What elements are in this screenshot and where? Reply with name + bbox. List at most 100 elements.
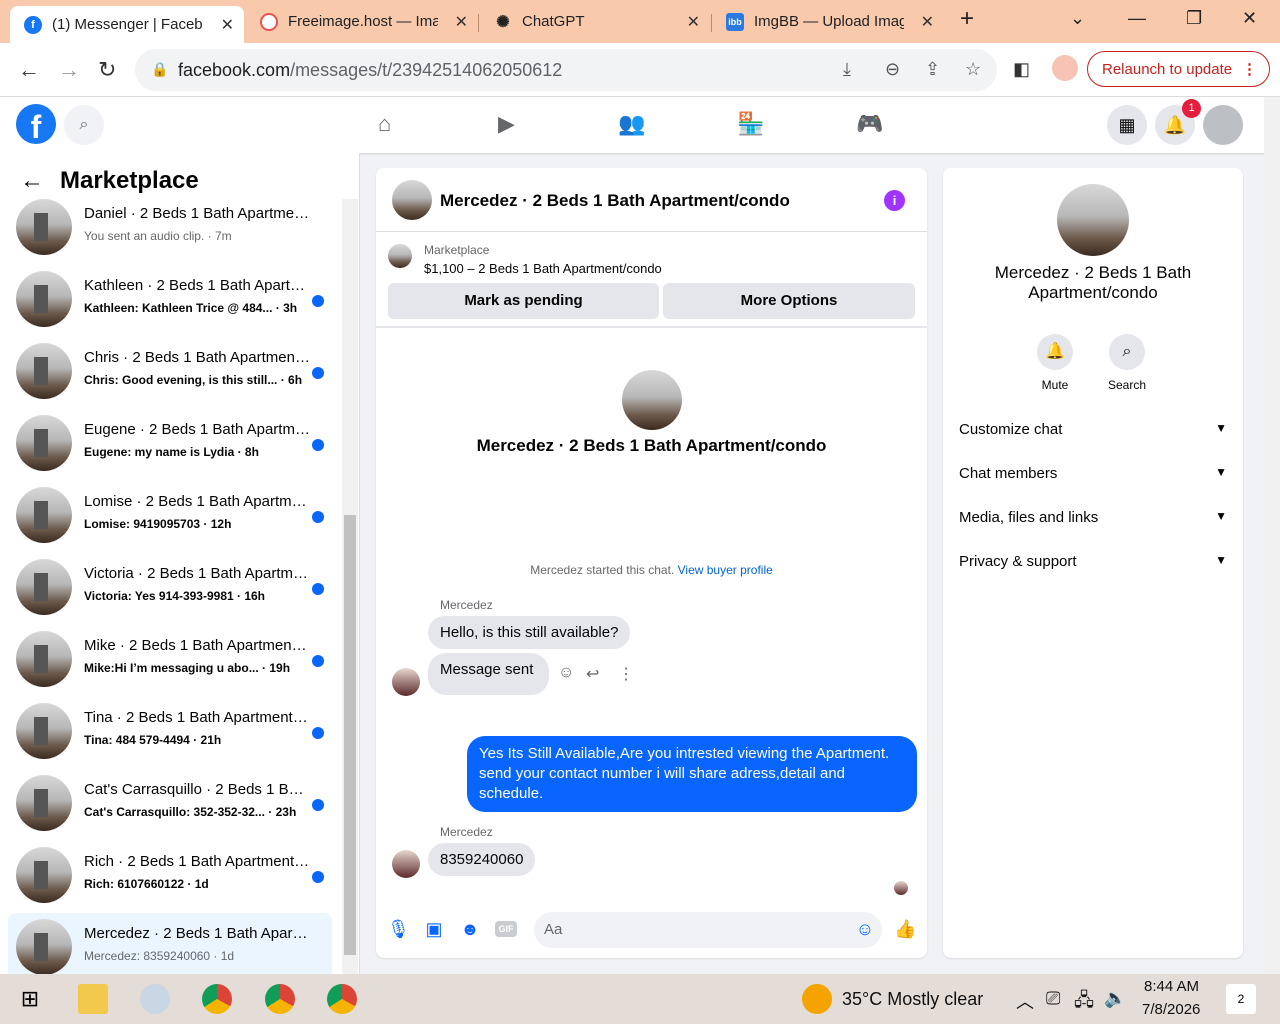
customize-chat-section[interactable]: Customize chat ▼ [959,421,1227,438]
install-icon[interactable]: ⤓ [843,59,851,80]
marketplace-icon[interactable]: 🏪 [737,111,764,137]
conversation-item[interactable]: Rich · 2 Beds 1 Bath Apartment/condo Rich… [8,841,332,909]
conversation-item[interactable]: Eugene · 2 Beds 1 Bath Apartment/condo Eu… [8,409,332,477]
network-icon[interactable]: 🖧 [1074,988,1094,1018]
incoming-message[interactable]: Message sent [428,653,550,695]
chat-members-section[interactable]: Chat members ▼ [959,465,1227,482]
chat-title[interactable]: Mercedez · 2 Beds 1 Bath Apartment/condo [440,191,790,211]
back-icon[interactable]: ← [18,57,40,83]
conversation-name: Cat's Carrasquillo · 2 Beds 1 Bath Apart… [84,781,310,798]
windows-start-icon[interactable]: ⊞ [15,984,45,1014]
conversation-item[interactable]: Daniel · 2 Beds 1 Bath Apartment/condo Yo… [8,193,332,261]
video-icon[interactable]: ▶ [498,111,515,137]
sidepanel-icon[interactable]: ◧ [1013,59,1030,80]
conversation-item[interactable]: Victoria · 2 Beds 1 Bath Apartment/condo… [8,553,332,621]
friends-icon[interactable]: 👥 [618,111,645,137]
volume-icon[interactable]: 🔈 [1104,988,1126,1009]
info-icon[interactable]: i [884,190,905,211]
conversation-avatar [16,847,72,903]
chat-avatar[interactable] [392,180,432,220]
close-window-icon[interactable]: ✕ [1242,8,1257,29]
unread-dot [312,367,324,379]
privacy-support-section[interactable]: Privacy & support ▼ [959,553,1227,570]
share-icon[interactable]: ⇪ [925,59,940,80]
emoji-icon[interactable]: ☺ [854,918,876,940]
account-avatar-icon[interactable] [1203,105,1243,145]
thumbs-up-icon[interactable]: 👍 [894,918,916,940]
close-icon[interactable]: ✕ [455,12,468,32]
conversation-item[interactable]: Tina · 2 Beds 1 Bath Apartment/condo Tina… [8,697,332,765]
conversation-item[interactable]: Kathleen · 2 Beds 1 Bath Apartment/condo… [8,265,332,333]
chatgpt-icon: ✺ [496,13,510,31]
url-bar[interactable]: 🔒 facebook.com/messages/t/23942514062050… [135,49,997,91]
meet-icon[interactable]: ⎚ [1046,988,1060,1009]
details-name: Mercedez · 2 Beds 1 Bath Apartment/condo [994,263,1192,302]
react-emoji-icon[interactable]: ☺ [558,664,574,682]
back-arrow-icon[interactable]: ← [20,167,44,195]
more-options-button[interactable]: More Options [663,283,915,319]
maximize-icon[interactable]: ❐ [1186,8,1202,29]
app-icon[interactable] [140,984,170,1014]
tab-messenger[interactable]: f (1) Messenger | Facebook ✕ [10,6,244,43]
incoming-message[interactable]: 8359240060 [428,843,536,876]
view-buyer-profile-link[interactable]: View buyer profile [678,563,773,577]
tab-search-icon[interactable]: ⌄ [1070,8,1085,29]
gif-icon[interactable]: GIF [495,921,517,937]
close-icon[interactable]: ✕ [687,12,700,32]
listing-thumbnail[interactable] [388,244,412,268]
relaunch-button[interactable]: Relaunch to update ⋮ [1087,51,1270,87]
conversation-item[interactable]: Mike · 2 Beds 1 Bath Apartment/condo Mike… [8,625,332,693]
home-icon[interactable]: ⌂ [378,111,391,137]
page-scrollbar[interactable] [1264,97,1280,974]
tab-imgbb[interactable]: ibb ImgBB — Upload Image ✕ [712,6,944,37]
reload-icon[interactable]: ↻ [98,57,116,83]
scrollbar-thumb[interactable] [344,515,356,955]
photo-icon[interactable]: ▣ [423,918,445,940]
conversation-item[interactable]: Chris · 2 Beds 1 Bath Apartment/condo Chr… [8,337,332,405]
clock-time[interactable]: 8:44 AM [1144,978,1199,995]
conversation-item[interactable]: Cat's Carrasquillo · 2 Beds 1 Bath Apart… [8,769,332,837]
weather-text[interactable]: 35°C Mostly clear [842,989,983,1010]
clock-date[interactable]: 7/8/2026 [1142,1001,1200,1018]
media-files-section[interactable]: Media, files and links ▼ [959,509,1227,526]
file-explorer-icon[interactable] [78,984,108,1014]
tab-chatgpt[interactable]: ✺ ChatGPT ✕ [480,6,710,37]
search-icon[interactable]: ⌕ [64,105,104,145]
menu-grid-icon[interactable]: ▦ [1107,105,1147,145]
zoom-icon[interactable]: ⊖ [885,59,900,80]
notifications-bell-icon[interactable]: 🔔 1 [1155,99,1201,145]
reply-icon[interactable]: ↩ [586,664,599,684]
weather-icon[interactable] [802,984,832,1014]
conversation-item[interactable]: Lomise · 2 Beds 1 Bath Apartment/condo Lo… [8,481,332,549]
search-button[interactable]: ⌕ Search [1092,334,1162,392]
mute-button[interactable]: 🔔 Mute [1020,334,1090,392]
minimize-icon[interactable]: — [1128,8,1146,29]
chrome-icon[interactable] [327,984,357,1014]
sticker-icon[interactable]: ☻ [459,918,481,940]
tray-up-icon[interactable]: ︿ [1016,988,1034,1014]
new-tab-icon[interactable]: + [960,5,974,33]
facebook-logo-icon[interactable]: f [16,104,56,145]
profile-avatar-icon[interactable] [1052,55,1078,81]
more-icon[interactable]: ⋮ [618,664,634,684]
outgoing-message[interactable]: Yes Its Still Available,Are you intreste… [467,736,917,812]
close-icon[interactable]: ✕ [221,15,234,35]
notification-center-icon[interactable]: 2 [1226,984,1256,1014]
bookmark-star-icon[interactable]: ☆ [965,59,981,80]
microphone-icon[interactable]: 🎙 [387,918,410,940]
tab-freeimage[interactable]: Freeimage.host — Image ✕ [246,6,478,37]
incoming-message[interactable]: Hello, is this still available? [428,616,631,649]
listing-price[interactable]: $1,100 – 2 Beds 1 Bath Apartment/condo [424,261,662,276]
conversation-item[interactable]: Mercedez · 2 Beds 1 Bath Apartment/condo… [8,913,332,974]
lock-icon[interactable]: 🔒 [151,61,168,78]
mark-pending-button[interactable]: Mark as pending [388,283,659,319]
message-input[interactable]: Aa [534,912,882,948]
chrome-icon[interactable] [202,984,232,1014]
close-icon[interactable]: ✕ [921,12,934,32]
forward-icon[interactable]: → [58,57,80,83]
conversation-scrollbar[interactable] [342,199,358,974]
conversation-name: Mercedez · 2 Beds 1 Bath Apartment/condo [84,925,310,942]
sender-avatar [392,850,420,878]
chrome-icon[interactable] [265,984,295,1014]
gaming-icon[interactable]: 🎮 [856,111,883,137]
